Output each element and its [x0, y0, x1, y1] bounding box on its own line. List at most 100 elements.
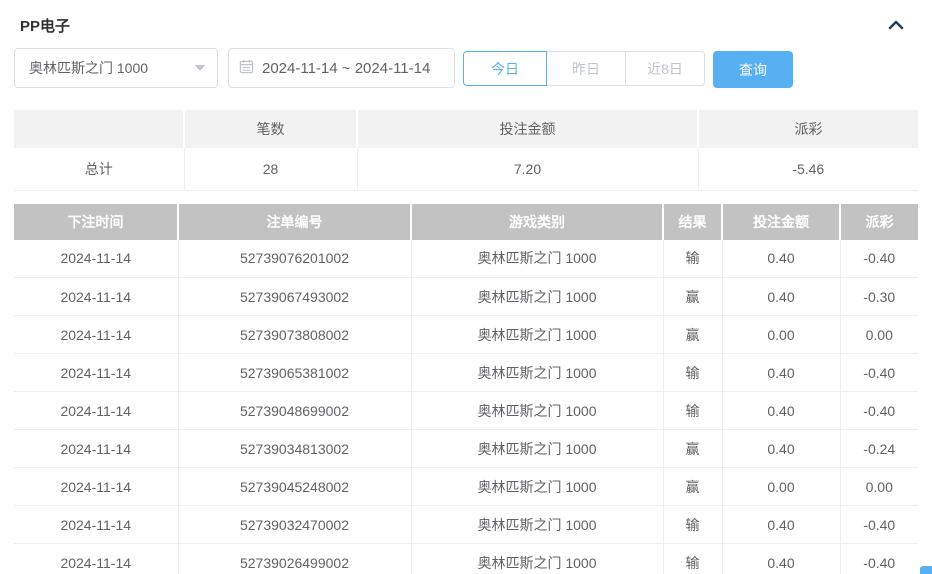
bets-header-bet-time: 下注时间 [14, 204, 178, 240]
bet-amount-cell: 0.40 [722, 278, 840, 316]
bet-id-cell: 52739026499002 [178, 544, 411, 574]
date-range-input[interactable]: 2024-11-14 ~ 2024-11-14 [228, 48, 455, 88]
result-cell: 输 [663, 354, 722, 392]
today-button[interactable]: 今日 [463, 51, 547, 86]
page-title: PP电子 [20, 15, 70, 36]
game-category-cell: 奥林匹斯之门 1000 [411, 430, 663, 468]
bet-amount-cell: 0.40 [722, 392, 840, 430]
payout-cell: -0.30 [840, 278, 918, 316]
payout-cell: -0.40 [840, 354, 918, 392]
bets-table-body: 2024-11-14 52739076201002 奥林匹斯之门 1000 输 … [14, 240, 918, 574]
summary-header-bet-amount: 投注金额 [357, 110, 698, 148]
game-category-cell: 奥林匹斯之门 1000 [411, 278, 663, 316]
bet-time-cell: 2024-11-14 [14, 354, 178, 392]
bet-id-cell: 52739045248002 [178, 468, 411, 506]
bet-amount-cell: 0.00 [722, 316, 840, 354]
summary-header-row: 笔数 投注金额 派彩 [14, 110, 918, 148]
bet-time-cell: 2024-11-14 [14, 544, 178, 574]
bets-table: 下注时间 注单编号 游戏类别 结果 投注金额 派彩 2024-11-14 527… [14, 204, 918, 574]
result-cell: 输 [663, 506, 722, 544]
bet-time-cell: 2024-11-14 [14, 240, 178, 278]
bet-id-cell: 52739065381002 [178, 354, 411, 392]
bet-time-cell: 2024-11-14 [14, 316, 178, 354]
bet-time-cell: 2024-11-14 [14, 430, 178, 468]
last-8-days-button[interactable]: 近8日 [625, 51, 705, 86]
bets-header-bet-amount: 投注金额 [722, 204, 840, 240]
bet-amount-cell: 0.00 [722, 468, 840, 506]
result-cell: 赢 [663, 278, 722, 316]
payout-cell: -0.24 [840, 430, 918, 468]
result-cell: 输 [663, 392, 722, 430]
calendar-icon [239, 59, 262, 78]
table-row: 2024-11-14 52739067493002 奥林匹斯之门 1000 赢 … [14, 278, 918, 316]
chevron-down-icon [195, 65, 205, 71]
game-category-cell: 奥林匹斯之门 1000 [411, 544, 663, 574]
bets-header-payout: 派彩 [840, 204, 918, 240]
bet-id-cell: 52739076201002 [178, 240, 411, 278]
game-category-cell: 奥林匹斯之门 1000 [411, 240, 663, 278]
table-row: 2024-11-14 52739034813002 奥林匹斯之门 1000 赢 … [14, 430, 918, 468]
result-cell: 赢 [663, 468, 722, 506]
result-cell: 输 [663, 544, 722, 574]
bet-id-cell: 52739048699002 [178, 392, 411, 430]
bet-id-cell: 52739073808002 [178, 316, 411, 354]
summary-header-count: 笔数 [184, 110, 357, 148]
table-row: 2024-11-14 52739048699002 奥林匹斯之门 1000 输 … [14, 392, 918, 430]
game-select[interactable]: 奥林匹斯之门 1000 [14, 48, 218, 88]
bet-time-cell: 2024-11-14 [14, 392, 178, 430]
summary-total-count: 28 [184, 148, 357, 190]
query-button[interactable]: 查询 [713, 51, 793, 88]
collapse-panel-button[interactable] [882, 13, 910, 37]
panel-header: PP电子 [14, 0, 918, 38]
bet-id-cell: 52739067493002 [178, 278, 411, 316]
game-category-cell: 奥林匹斯之门 1000 [411, 506, 663, 544]
game-category-cell: 奥林匹斯之门 1000 [411, 316, 663, 354]
table-row: 2024-11-14 52739026499002 奥林匹斯之门 1000 输 … [14, 544, 918, 574]
payout-cell: 0.00 [840, 316, 918, 354]
summary-header-payout: 派彩 [698, 110, 918, 148]
bets-header-bet-id: 注单编号 [178, 204, 411, 240]
game-select-value: 奥林匹斯之门 1000 [29, 58, 148, 78]
summary-total-label: 总计 [14, 148, 184, 190]
payout-cell: -0.40 [840, 544, 918, 574]
bets-header-result: 结果 [663, 204, 722, 240]
payout-cell: -0.40 [840, 392, 918, 430]
summary-total-payout: -5.46 [698, 148, 918, 190]
bets-header-row: 下注时间 注单编号 游戏类别 结果 投注金额 派彩 [14, 204, 918, 240]
table-row: 2024-11-14 52739045248002 奥林匹斯之门 1000 赢 … [14, 468, 918, 506]
bet-amount-cell: 0.40 [722, 544, 840, 574]
bet-time-cell: 2024-11-14 [14, 506, 178, 544]
table-row: 2024-11-14 52739065381002 奥林匹斯之门 1000 输 … [14, 354, 918, 392]
summary-total-row: 总计 28 7.20 -5.46 [14, 148, 918, 190]
result-cell: 赢 [663, 430, 722, 468]
floating-corner-button[interactable] [920, 566, 932, 574]
summary-header-blank [14, 110, 184, 148]
chevron-up-icon [888, 18, 904, 33]
summary-total-bet-amount: 7.20 [357, 148, 698, 190]
bet-time-cell: 2024-11-14 [14, 468, 178, 506]
filter-bar: 奥林匹斯之门 1000 2024-11-14 ~ 2024-11-14 [14, 48, 918, 90]
game-category-cell: 奥林匹斯之门 1000 [411, 392, 663, 430]
result-cell: 赢 [663, 316, 722, 354]
bet-amount-cell: 0.40 [722, 506, 840, 544]
yesterday-button[interactable]: 昨日 [546, 51, 626, 86]
summary-table: 笔数 投注金额 派彩 总计 28 7.20 -5.46 [14, 110, 918, 191]
payout-cell: 0.00 [840, 468, 918, 506]
bet-id-cell: 52739034813002 [178, 430, 411, 468]
bet-time-cell: 2024-11-14 [14, 278, 178, 316]
bet-id-cell: 52739032470002 [178, 506, 411, 544]
payout-cell: -0.40 [840, 506, 918, 544]
game-category-cell: 奥林匹斯之门 1000 [411, 354, 663, 392]
quick-date-button-group: 今日 昨日 近8日 [463, 51, 705, 86]
table-row: 2024-11-14 52739032470002 奥林匹斯之门 1000 输 … [14, 506, 918, 544]
bet-amount-cell: 0.40 [722, 354, 840, 392]
bet-amount-cell: 0.40 [722, 430, 840, 468]
date-range-value: 2024-11-14 ~ 2024-11-14 [262, 60, 430, 77]
bet-amount-cell: 0.40 [722, 240, 840, 278]
game-category-cell: 奥林匹斯之门 1000 [411, 468, 663, 506]
result-cell: 输 [663, 240, 722, 278]
payout-cell: -0.40 [840, 240, 918, 278]
pp-games-panel: PP电子 奥林匹斯之门 1000 [0, 0, 932, 574]
table-row: 2024-11-14 52739076201002 奥林匹斯之门 1000 输 … [14, 240, 918, 278]
table-row: 2024-11-14 52739073808002 奥林匹斯之门 1000 赢 … [14, 316, 918, 354]
